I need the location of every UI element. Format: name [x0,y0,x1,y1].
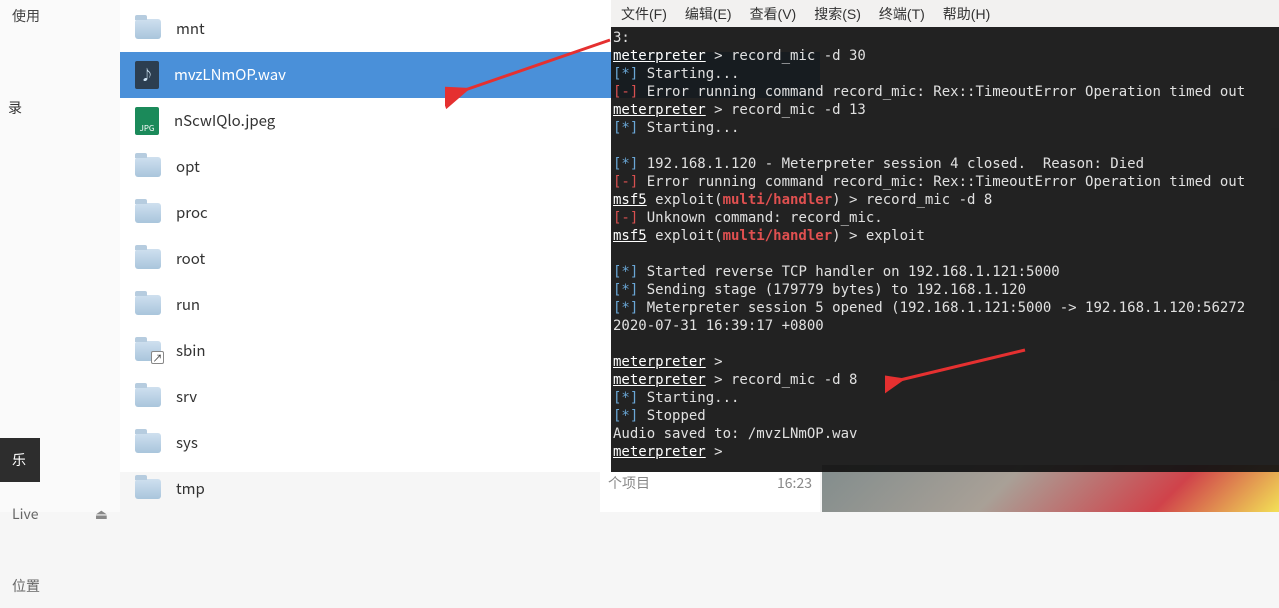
folder-icon [135,479,161,499]
image-file-icon: JPG [135,107,159,135]
sidebar-label-record: 录 [0,92,120,124]
terminal-menu-item[interactable]: 编辑(E) [685,5,732,23]
sidebar: 使用 录 乐 Live ⏏ 位置 [0,0,120,512]
file-name: nScwIQlo.jpeg [174,110,275,131]
file-row[interactable]: tmp [120,466,820,512]
folder-icon [135,433,161,453]
folder-icon [135,249,161,269]
terminal-output[interactable]: 3: meterpreter > record_mic -d 30 [*] St… [611,27,1279,463]
sidebar-item-music[interactable]: 乐 [0,438,40,482]
sidebar-item-label: Live [12,504,38,524]
terminal-menu-item[interactable]: 帮助(H) [943,5,990,23]
file-name: root [176,248,205,269]
folder-icon [135,19,161,39]
terminal-window[interactable]: 文件(F) 编辑(E) 查看(V) 搜索(S) 终端(T) 帮助(H) 3: meterp… [611,0,1279,472]
file-name: opt [176,156,200,177]
sidebar-label-use: 使用 [0,0,120,32]
terminal-menu-item[interactable]: 文件(F) [621,5,667,23]
folder-icon [135,387,161,407]
background-photo [822,465,1279,512]
terminal-menu-item[interactable]: 查看(V) [750,5,797,23]
eject-icon[interactable]: ⏏ [95,504,108,524]
file-name: mvzLNmOP.wav [174,64,286,85]
file-name: run [176,294,200,315]
terminal-menu-item[interactable]: 终端(T) [879,5,925,23]
sidebar-item-live[interactable]: Live ⏏ [0,492,120,536]
folder-icon [135,295,161,315]
file-name: tmp [176,478,205,499]
file-name: srv [176,386,197,407]
file-name: sbin [176,340,206,361]
terminal-menu-item[interactable]: 搜索(S) [814,5,861,23]
folder-icon [135,341,161,361]
terminal-menubar: 文件(F) 编辑(E) 查看(V) 搜索(S) 终端(T) 帮助(H) [611,0,1279,27]
file-name: sys [176,432,198,453]
sidebar-section-otherpos: 位置 [0,564,120,608]
folder-icon [135,203,161,223]
audio-file-icon: ♪ [135,61,159,89]
folder-icon [135,157,161,177]
file-name: proc [176,202,208,223]
file-name: mnt [176,18,205,39]
